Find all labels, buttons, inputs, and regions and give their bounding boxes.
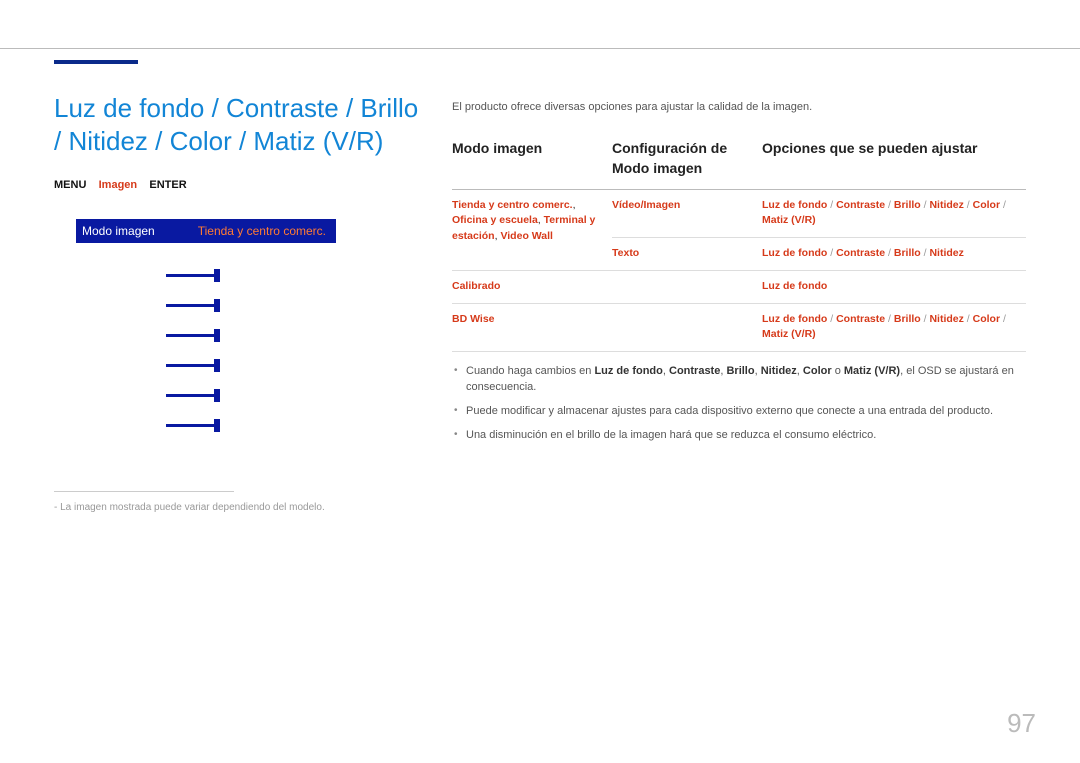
th-config: Configuración de Modo imagen [612, 132, 762, 189]
right-column: El producto ofrece diversas opciones par… [452, 100, 1026, 452]
cell-opciones: Luz de fondo / Contraste / Brillo / Niti… [762, 238, 1026, 271]
intro-text: El producto ofrece diversas opciones par… [452, 100, 1026, 116]
osd-slider [166, 405, 218, 427]
top-rule [0, 48, 1080, 49]
osd-slider [166, 345, 218, 367]
note-item: Una disminución en el brillo de la image… [452, 428, 1026, 444]
cell-config [612, 270, 762, 303]
note-item: Puede modificar y almacenar ajustes para… [452, 404, 1026, 420]
cell-config: Vídeo/Imagen [612, 189, 762, 238]
table-row: BD Wise Luz de fondo / Contraste / Brillo… [452, 303, 1026, 352]
table-row: Calibrado Luz de fondo [452, 270, 1026, 303]
breadcrumb: MENU Imagen ENTER [54, 179, 424, 191]
th-opciones: Opciones que se pueden ajustar [762, 132, 1026, 189]
osd-header: Modo imagen Tienda y centro comerc. [76, 219, 336, 243]
osd-screenshot: Modo imagen Tienda y centro comerc. [76, 219, 336, 443]
options-table: Modo imagen Configuración de Modo imagen… [452, 132, 1026, 352]
breadcrumb-enter: ENTER [149, 179, 186, 191]
accent-bar [54, 60, 138, 64]
osd-slider [166, 315, 218, 337]
breadcrumb-menu: MENU [54, 179, 86, 191]
cell-opciones: Luz de fondo [762, 270, 1026, 303]
table-row: Tienda y centro comerc., Oficina y escue… [452, 189, 1026, 238]
cell-modo: Tienda y centro comerc., Oficina y escue… [452, 189, 612, 270]
cell-config [612, 303, 762, 352]
osd-sliders [76, 243, 336, 443]
footnote-rule [54, 491, 234, 492]
cell-opciones: Luz de fondo / Contraste / Brillo / Niti… [762, 189, 1026, 238]
th-modo: Modo imagen [452, 132, 612, 189]
notes-list: Cuando haga cambios en Luz de fondo, Con… [452, 364, 1026, 444]
note-item: Cuando haga cambios en Luz de fondo, Con… [452, 364, 1026, 396]
page-number: 97 [1007, 708, 1036, 739]
left-column: Luz de fondo / Contraste / Brillo / Niti… [54, 92, 424, 513]
osd-slider [166, 255, 218, 277]
cell-modo: BD Wise [452, 303, 612, 352]
cell-opciones: Luz de fondo / Contraste / Brillo / Niti… [762, 303, 1026, 352]
osd-value: Tienda y centro comerc. [198, 224, 326, 238]
cell-modo: Calibrado [452, 270, 612, 303]
osd-slider [166, 285, 218, 307]
cell-config: Texto [612, 238, 762, 271]
osd-slider [166, 375, 218, 397]
osd-label: Modo imagen [82, 224, 155, 238]
footnote: La imagen mostrada puede variar dependie… [54, 502, 424, 513]
page-title: Luz de fondo / Contraste / Brillo / Niti… [54, 92, 424, 157]
breadcrumb-imagen: Imagen [99, 179, 138, 191]
